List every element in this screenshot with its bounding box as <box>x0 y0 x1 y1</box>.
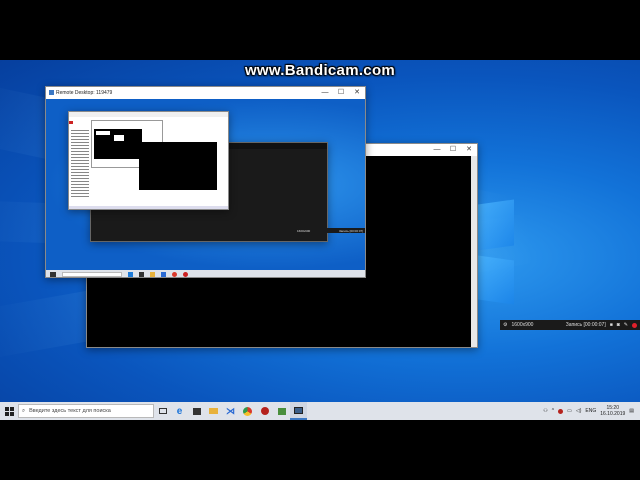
start-button[interactable] <box>0 402 18 420</box>
settings-icon[interactable]: ⚙ <box>503 322 507 328</box>
taskbar-clock[interactable]: 15:20 16.10.2019 <box>600 405 625 417</box>
minimize-button[interactable]: — <box>429 144 445 156</box>
people-icon[interactable]: ⚇ <box>543 408 547 414</box>
remote-desktop-titlebar[interactable]: Remote Desktop: 119479 — ☐ ✕ <box>46 87 365 99</box>
taskbar: ⌕ Введите здесь текст для поиска e ⋊ ⚇ ^… <box>0 402 640 420</box>
nested-store-icon <box>139 271 144 277</box>
nested-file-tree <box>71 128 89 198</box>
resolution-label: 1600x900 <box>511 322 534 328</box>
nested-vscode-icon <box>161 271 166 277</box>
nested-remote-window[interactable] <box>68 111 229 210</box>
vscode-icon[interactable]: ⋊ <box>222 402 239 420</box>
recording-timer: Запись [00:00:07] <box>565 322 606 328</box>
edge-icon[interactable]: e <box>171 402 188 420</box>
inner-bandicam-toolbar: 1600x900 Запись [00:00:07] <box>294 228 365 233</box>
chrome-icon[interactable] <box>239 402 256 420</box>
windows-start-icon <box>4 406 14 416</box>
close-button[interactable]: ✕ <box>349 87 365 99</box>
inner-resolution-label: 1600x900 <box>297 228 311 233</box>
nested-search-box <box>62 271 122 277</box>
windows-logo-pane <box>478 255 514 305</box>
clock-date: 16.10.2019 <box>600 411 626 417</box>
letterbox-top <box>0 0 640 60</box>
minimize-button[interactable]: — <box>317 87 333 99</box>
volume-icon[interactable]: ◁) <box>576 408 582 414</box>
chevron-up-icon[interactable]: ^ <box>552 408 554 414</box>
nested-app-icon <box>183 271 188 277</box>
remote-desktop-window[interactable]: Remote Desktop: 119479 — ☐ ✕ 1600x900 За… <box>45 86 366 278</box>
notification-icon[interactable]: ▤ <box>629 408 634 414</box>
bandicam-watermark: www.Bandicam.com <box>244 62 396 79</box>
taskbar-search-box[interactable]: ⌕ Введите здесь текст для поиска <box>18 404 154 418</box>
bandicam-tray-icon[interactable] <box>558 408 564 414</box>
pause-icon[interactable]: ■ <box>610 322 613 328</box>
system-tray: ⚇ ^ ▭ ◁) ENG 15:20 16.10.2019 ▤ <box>543 402 640 420</box>
remote-desktop-taskbar-icon[interactable] <box>290 402 307 420</box>
maximize-button[interactable]: ☐ <box>445 144 461 156</box>
app-red-icon[interactable] <box>256 402 273 420</box>
bandicam-toolbar[interactable]: ⚙ 1600x900 Запись [00:00:07] ■ ◙ ✎ <box>500 320 640 330</box>
nested-taskbar-main <box>46 270 365 277</box>
nested-folder-icon <box>150 271 155 277</box>
scrollbar[interactable] <box>471 156 477 347</box>
search-icon: ⌕ <box>22 407 26 414</box>
language-indicator[interactable]: ENG <box>585 408 596 414</box>
file-explorer-icon[interactable] <box>205 402 222 420</box>
remote-desktop-title: Remote Desktop: 119479 <box>56 90 113 96</box>
windows-logo-pane <box>478 199 514 251</box>
close-button[interactable]: ✕ <box>461 144 477 156</box>
search-placeholder: Введите здесь текст для поиска <box>29 408 111 414</box>
nested-taskbar <box>69 206 228 209</box>
nested-titlebar <box>69 112 228 117</box>
pen-icon[interactable]: ✎ <box>624 322 628 328</box>
app-green-icon[interactable] <box>273 402 290 420</box>
nested-edge-icon <box>128 271 133 277</box>
nested-start-icon <box>50 271 56 277</box>
nested-badge <box>69 121 73 124</box>
camera-icon[interactable]: ◙ <box>617 322 620 328</box>
task-view-icon[interactable] <box>154 402 171 420</box>
record-icon[interactable] <box>632 322 637 328</box>
network-icon[interactable]: ▭ <box>567 408 572 414</box>
store-icon[interactable] <box>188 402 205 420</box>
nested-black-area <box>139 142 217 190</box>
letterbox-bottom <box>0 420 640 480</box>
remote-desktop-icon <box>49 90 54 95</box>
inner-recording-timer: Запись [00:00:07] <box>338 228 363 233</box>
maximize-button[interactable]: ☐ <box>333 87 349 99</box>
nested-chrome-icon <box>172 271 177 277</box>
